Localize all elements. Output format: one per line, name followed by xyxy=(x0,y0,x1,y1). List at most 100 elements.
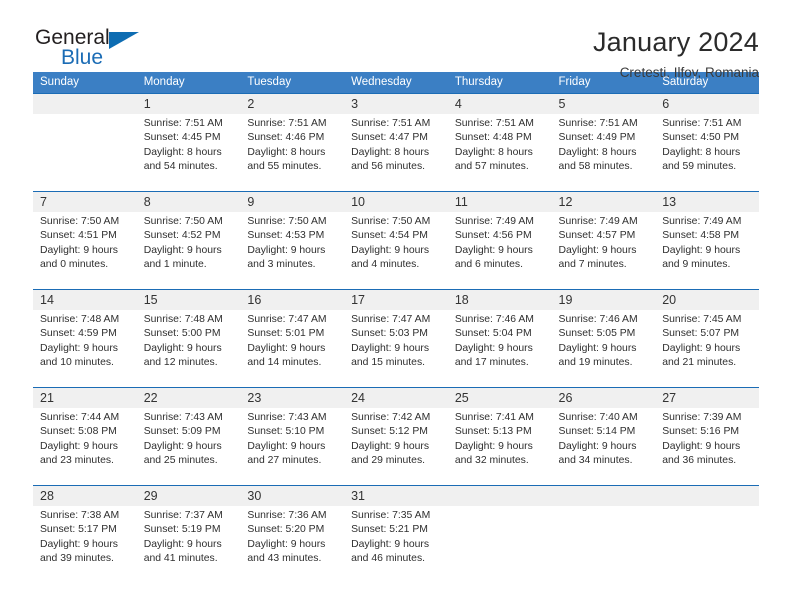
sunrise-text: Sunrise: 7:41 AM xyxy=(454,412,534,423)
sunset-text: Sunset: 4:54 PM xyxy=(351,230,428,242)
daylight-text-line2: and 46 minutes. xyxy=(351,553,426,565)
sunset-text: Sunset: 4:50 PM xyxy=(662,132,740,144)
sunrise-text: Sunrise: 7:46 AM xyxy=(454,314,534,325)
day-number xyxy=(447,485,552,506)
daylight-text-line1: Daylight: 9 hours xyxy=(662,244,741,256)
daylight-text-line2: and 43 minutes. xyxy=(247,553,322,565)
day-number xyxy=(655,485,759,506)
day-number-row: 14 15 16 17 18 19 20 xyxy=(33,289,759,310)
day-cell: Sunrise: 7:51 AM Sunset: 4:49 PM Dayligh… xyxy=(551,114,656,192)
daylight-text-line2: and 54 minutes. xyxy=(143,161,218,173)
day-number: 23 xyxy=(240,387,345,408)
triangle-icon xyxy=(109,32,139,49)
calendar-table: Sunday Monday Tuesday Wednesday Thursday… xyxy=(33,72,759,583)
day-cell: Sunrise: 7:50 AM Sunset: 4:51 PM Dayligh… xyxy=(33,212,137,290)
daylight-text-line2: and 55 minutes. xyxy=(247,161,322,173)
sunset-text: Sunset: 5:08 PM xyxy=(40,426,117,438)
day-cell: Sunrise: 7:51 AM Sunset: 4:46 PM Dayligh… xyxy=(240,114,345,192)
day-number: 14 xyxy=(33,289,137,310)
sunrise-text: Sunrise: 7:47 AM xyxy=(247,314,327,325)
calendar-page: General Blue January 2024 Cretesti, Ilfo… xyxy=(0,0,792,612)
daylight-text-line1: Daylight: 9 hours xyxy=(143,342,222,354)
daylight-text-line1: Daylight: 9 hours xyxy=(351,538,430,550)
daylight-text-line1: Daylight: 9 hours xyxy=(247,440,326,452)
daylight-text-line2: and 21 minutes. xyxy=(662,357,737,369)
sunset-text: Sunset: 5:01 PM xyxy=(247,328,325,340)
sunset-text: Sunset: 5:05 PM xyxy=(558,328,636,340)
sunrise-text: Sunrise: 7:51 AM xyxy=(454,118,534,129)
day-number-row: 1 2 3 4 5 6 xyxy=(33,93,759,114)
day-number: 24 xyxy=(344,387,448,408)
day-number-row: 7 8 9 10 11 12 13 xyxy=(33,191,759,212)
title-block: January 2024 Cretesti, Ilfov, Romania xyxy=(593,26,759,83)
daylight-text-line1: Daylight: 9 hours xyxy=(351,440,430,452)
sunrise-text: Sunrise: 7:51 AM xyxy=(351,118,431,129)
sunset-text: Sunset: 5:21 PM xyxy=(351,524,428,536)
sunrise-text: Sunrise: 7:50 AM xyxy=(351,216,431,227)
sunset-text: Sunset: 4:51 PM xyxy=(40,230,117,242)
daylight-text-line2: and 17 minutes. xyxy=(454,357,529,369)
daylight-text-line2: and 25 minutes. xyxy=(143,455,218,467)
day-number-row: 28 29 30 31 xyxy=(33,485,759,506)
daylight-text-line2: and 39 minutes. xyxy=(40,553,114,565)
sunset-text: Sunset: 5:07 PM xyxy=(662,328,740,340)
day-cell: Sunrise: 7:40 AM Sunset: 5:14 PM Dayligh… xyxy=(551,408,656,486)
sunset-text: Sunset: 5:14 PM xyxy=(558,426,636,438)
daylight-text-line1: Daylight: 9 hours xyxy=(454,244,533,256)
daylight-text-line1: Daylight: 8 hours xyxy=(662,146,741,158)
daylight-text-line2: and 29 minutes. xyxy=(351,455,426,467)
sunrise-text: Sunrise: 7:43 AM xyxy=(247,412,327,423)
daylight-text-line2: and 14 minutes. xyxy=(247,357,322,369)
day-number: 13 xyxy=(655,191,759,212)
day-cell xyxy=(447,506,552,583)
daylight-text-line1: Daylight: 8 hours xyxy=(247,146,326,158)
sunrise-text: Sunrise: 7:51 AM xyxy=(247,118,327,129)
sunrise-text: Sunrise: 7:47 AM xyxy=(351,314,431,325)
day-cell: Sunrise: 7:51 AM Sunset: 4:50 PM Dayligh… xyxy=(655,114,759,192)
sunrise-text: Sunrise: 7:50 AM xyxy=(40,216,120,227)
day-cell: Sunrise: 7:43 AM Sunset: 5:10 PM Dayligh… xyxy=(240,408,345,486)
sunrise-text: Sunrise: 7:51 AM xyxy=(662,118,742,129)
sunset-text: Sunset: 5:20 PM xyxy=(247,524,325,536)
day-cell: Sunrise: 7:50 AM Sunset: 4:52 PM Dayligh… xyxy=(136,212,241,290)
daylight-text-line2: and 10 minutes. xyxy=(40,357,114,369)
day-number: 21 xyxy=(33,387,137,408)
day-detail-row: Sunrise: 7:48 AM Sunset: 4:59 PM Dayligh… xyxy=(33,310,759,388)
sunrise-text: Sunrise: 7:39 AM xyxy=(662,412,742,423)
day-cell: Sunrise: 7:43 AM Sunset: 5:09 PM Dayligh… xyxy=(136,408,241,486)
day-number: 7 xyxy=(33,191,137,212)
day-cell: Sunrise: 7:48 AM Sunset: 4:59 PM Dayligh… xyxy=(33,310,137,388)
daylight-text-line1: Daylight: 9 hours xyxy=(247,244,326,256)
daylight-text-line1: Daylight: 9 hours xyxy=(558,244,637,256)
day-cell xyxy=(551,506,656,583)
sunset-text: Sunset: 4:57 PM xyxy=(558,230,636,242)
day-cell: Sunrise: 7:48 AM Sunset: 5:00 PM Dayligh… xyxy=(136,310,241,388)
day-number: 8 xyxy=(136,191,241,212)
day-cell: Sunrise: 7:51 AM Sunset: 4:48 PM Dayligh… xyxy=(447,114,552,192)
sunset-text: Sunset: 5:16 PM xyxy=(662,426,740,438)
day-number: 1 xyxy=(136,93,241,114)
sunset-text: Sunset: 4:48 PM xyxy=(454,132,532,144)
weekday-header-sunday: Sunday xyxy=(33,72,137,94)
day-cell: Sunrise: 7:46 AM Sunset: 5:04 PM Dayligh… xyxy=(447,310,552,388)
sunrise-text: Sunrise: 7:51 AM xyxy=(143,118,223,129)
sunset-text: Sunset: 5:17 PM xyxy=(40,524,117,536)
daylight-text-line1: Daylight: 9 hours xyxy=(662,342,741,354)
sunset-text: Sunset: 4:56 PM xyxy=(454,230,532,242)
daylight-text-line2: and 6 minutes. xyxy=(454,259,523,271)
day-detail-row: Sunrise: 7:51 AM Sunset: 4:45 PM Dayligh… xyxy=(33,114,759,192)
weekday-header-monday: Monday xyxy=(136,72,241,94)
day-number xyxy=(33,93,137,114)
daylight-text-line1: Daylight: 8 hours xyxy=(454,146,533,158)
day-cell: Sunrise: 7:50 AM Sunset: 4:53 PM Dayligh… xyxy=(240,212,345,290)
sunset-text: Sunset: 4:59 PM xyxy=(40,328,117,340)
daylight-text-line1: Daylight: 9 hours xyxy=(558,342,637,354)
weekday-header-tuesday: Tuesday xyxy=(240,72,345,94)
weekday-header-thursday: Thursday xyxy=(447,72,552,94)
daylight-text-line1: Daylight: 9 hours xyxy=(143,440,222,452)
sunset-text: Sunset: 5:12 PM xyxy=(351,426,428,438)
day-number: 3 xyxy=(344,93,448,114)
day-number: 16 xyxy=(240,289,345,310)
daylight-text-line1: Daylight: 8 hours xyxy=(143,146,222,158)
daylight-text-line1: Daylight: 9 hours xyxy=(40,244,118,256)
